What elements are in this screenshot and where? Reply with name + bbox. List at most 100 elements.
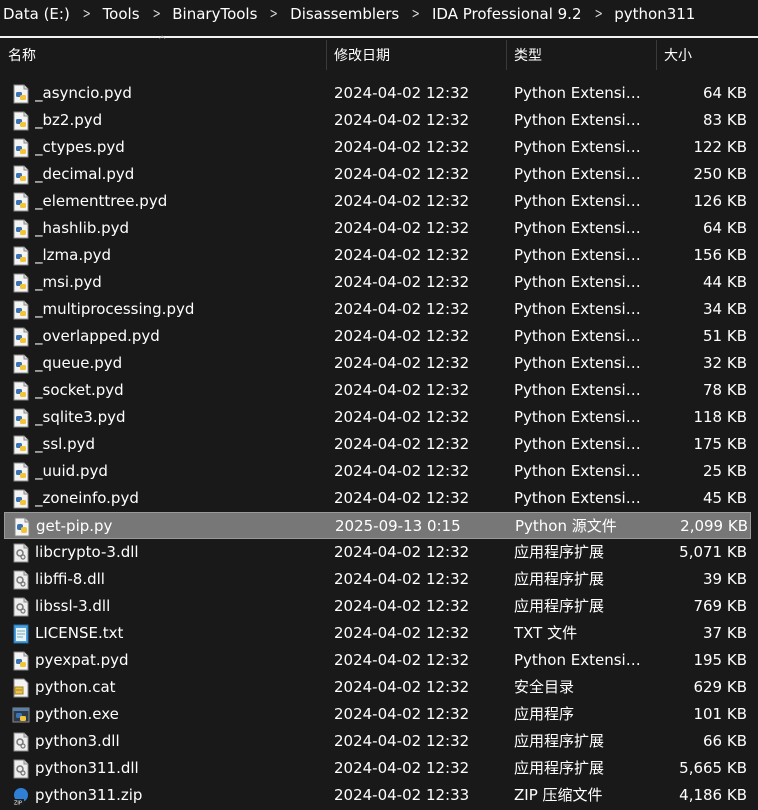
file-row[interactable]: _lzma.pyd 2024-04-02 12:32 Python Extensio… <box>4 242 751 269</box>
file-type: Python Extension Module <box>514 651 648 669</box>
chevron-right-icon[interactable]: > <box>147 6 166 22</box>
file-name: _overlapped.pyd <box>35 327 160 345</box>
column-header-name[interactable]: 名称 <box>8 38 326 72</box>
file-size: 34 KB <box>703 300 747 318</box>
file-name: _decimal.pyd <box>35 165 135 183</box>
python-extension-icon <box>12 381 30 401</box>
file-date-modified: 2024-04-02 12:32 <box>334 678 470 696</box>
file-size: 25 KB <box>703 462 747 480</box>
file-row[interactable]: _uuid.pyd 2024-04-02 12:32 Python Extensio… <box>4 458 751 485</box>
file-name: _sqlite3.pyd <box>35 408 126 426</box>
dll-icon <box>12 732 30 752</box>
breadcrumb-item-python311[interactable]: python311 <box>611 5 698 23</box>
file-name: _ctypes.pyd <box>35 138 125 156</box>
file-name: LICENSE.txt <box>35 624 124 642</box>
file-type: 应用程序扩展 <box>514 597 605 615</box>
python-extension-icon <box>12 219 30 239</box>
file-row[interactable]: python311.dll 2024-04-02 12:32 应用程序扩展 5,665… <box>4 755 751 782</box>
file-type: Python Extension Module <box>514 246 648 264</box>
file-date-modified: 2024-04-02 12:32 <box>334 138 470 156</box>
file-row[interactable]: get-pip.py 2025-09-13 0:15 Python 源文件 2,099… <box>4 512 751 539</box>
python-extension-icon <box>12 111 30 131</box>
python-source-icon <box>13 517 31 537</box>
python-extension-icon <box>12 354 30 374</box>
file-row[interactable]: _hashlib.pyd 2024-04-02 12:32 Python Exten… <box>4 215 751 242</box>
file-name: _multiprocessing.pyd <box>35 300 195 318</box>
file-type: 应用程序扩展 <box>514 570 605 588</box>
file-type: TXT 文件 <box>514 624 578 642</box>
file-row[interactable]: _ctypes.pyd 2024-04-02 12:32 Python Extens… <box>4 134 751 161</box>
file-row[interactable]: libffi-8.dll 2024-04-02 12:32 应用程序扩展 39 KB <box>4 566 751 593</box>
file-row[interactable]: ZIP python311.zip 2024-04-02 12:33 ZIP 压缩文件… <box>4 782 751 809</box>
column-divider[interactable] <box>656 40 657 70</box>
file-row[interactable]: _elementtree.pyd 2024-04-02 12:32 Python E… <box>4 188 751 215</box>
column-divider[interactable] <box>326 40 327 70</box>
breadcrumb-item-disassemblers[interactable]: Disassemblers <box>287 5 402 23</box>
breadcrumb[interactable]: Data (E:) > Tools > BinaryTools > Disass… <box>0 0 758 28</box>
file-size: 122 KB <box>693 138 747 156</box>
column-header-size[interactable]: 大小 <box>664 38 754 72</box>
breadcrumb-item-ida[interactable]: IDA Professional 9.2 <box>429 5 585 23</box>
file-row[interactable]: _asyncio.pyd 2024-04-02 12:32 Python Exten… <box>4 80 751 107</box>
chevron-right-icon[interactable]: > <box>264 6 283 22</box>
python-extension-icon <box>12 138 30 158</box>
file-row[interactable]: _decimal.pyd 2024-04-02 12:32 Python Exten… <box>4 161 751 188</box>
python-extension-icon <box>12 84 30 104</box>
file-size: 195 KB <box>693 651 747 669</box>
file-size: 64 KB <box>703 84 747 102</box>
file-row[interactable]: _ssl.pyd 2024-04-02 12:32 Python Extension… <box>4 431 751 458</box>
file-row[interactable]: _multiprocessing.pyd 2024-04-02 12:32 Pyth… <box>4 296 751 323</box>
file-row[interactable]: _bz2.pyd 2024-04-02 12:32 Python Extension… <box>4 107 751 134</box>
column-header-date[interactable]: 修改日期 <box>334 38 506 72</box>
file-row[interactable]: python3.dll 2024-04-02 12:32 应用程序扩展 66 KB <box>4 728 751 755</box>
dll-icon <box>12 543 30 563</box>
file-row[interactable]: pyexpat.pyd 2024-04-02 12:32 Python Extens… <box>4 647 751 674</box>
column-header-type[interactable]: 类型 <box>514 38 656 72</box>
file-type: Python Extension Module <box>514 273 648 291</box>
file-name: pyexpat.pyd <box>35 651 129 669</box>
file-row[interactable]: _queue.pyd 2024-04-02 12:32 Python Extensi… <box>4 350 751 377</box>
file-row[interactable]: LICENSE.txt 2024-04-02 12:32 TXT 文件 37 KB <box>4 620 751 647</box>
file-date-modified: 2024-04-02 12:32 <box>334 732 470 750</box>
file-date-modified: 2024-04-02 12:32 <box>334 354 470 372</box>
file-name: _queue.pyd <box>35 354 123 372</box>
breadcrumb-item-drive[interactable]: Data (E:) <box>0 5 73 23</box>
file-size: 51 KB <box>703 327 747 345</box>
column-divider[interactable] <box>506 40 507 70</box>
chevron-right-icon[interactable]: > <box>406 6 425 22</box>
python-extension-icon <box>12 246 30 266</box>
file-row[interactable]: _msi.pyd 2024-04-02 12:32 Python Extension… <box>4 269 751 296</box>
zip-icon: ZIP <box>12 786 30 807</box>
file-type: Python Extension Module <box>514 84 648 102</box>
file-row[interactable]: _zoneinfo.pyd 2024-04-02 12:32 Python Exte… <box>4 485 751 512</box>
file-type: ZIP 压缩文件 <box>514 786 603 804</box>
breadcrumb-item-tools[interactable]: Tools <box>100 5 143 23</box>
file-type: Python 源文件 <box>515 517 617 535</box>
chevron-right-icon[interactable]: > <box>589 6 608 22</box>
file-size: 5,071 KB <box>679 543 747 561</box>
file-name: _ssl.pyd <box>35 435 95 453</box>
file-date-modified: 2024-04-02 12:32 <box>334 462 470 480</box>
file-size: 64 KB <box>703 219 747 237</box>
file-row[interactable]: _sqlite3.pyd 2024-04-02 12:32 Python Exten… <box>4 404 751 431</box>
file-size: 44 KB <box>703 273 747 291</box>
file-row[interactable]: _socket.pyd 2024-04-02 12:32 Python Extens… <box>4 377 751 404</box>
file-size: 175 KB <box>693 435 747 453</box>
file-name: libffi-8.dll <box>35 570 105 588</box>
file-row[interactable]: python.cat 2024-04-02 12:32 安全目录 629 KB <box>4 674 751 701</box>
file-type: Python Extension Module <box>514 408 648 426</box>
file-row[interactable]: libcrypto-3.dll 2024-04-02 12:32 应用程序扩展 5,0… <box>4 539 751 566</box>
file-date-modified: 2024-04-02 12:32 <box>334 165 470 183</box>
file-type: Python Extension Module <box>514 219 648 237</box>
file-type: Python Extension Module <box>514 192 648 210</box>
python-extension-icon <box>12 300 30 320</box>
svg-text:ZIP: ZIP <box>14 801 22 807</box>
file-name: python.cat <box>35 678 116 696</box>
breadcrumb-item-binarytools[interactable]: BinaryTools <box>169 5 260 23</box>
file-size: 250 KB <box>693 165 747 183</box>
file-row[interactable]: _overlapped.pyd 2024-04-02 12:32 Python Ex… <box>4 323 751 350</box>
file-size: 101 KB <box>693 705 747 723</box>
file-row[interactable]: python.exe 2024-04-02 12:32 应用程序 101 KB <box>4 701 751 728</box>
file-row[interactable]: libssl-3.dll 2024-04-02 12:32 应用程序扩展 769 KB <box>4 593 751 620</box>
chevron-right-icon[interactable]: > <box>77 6 96 22</box>
